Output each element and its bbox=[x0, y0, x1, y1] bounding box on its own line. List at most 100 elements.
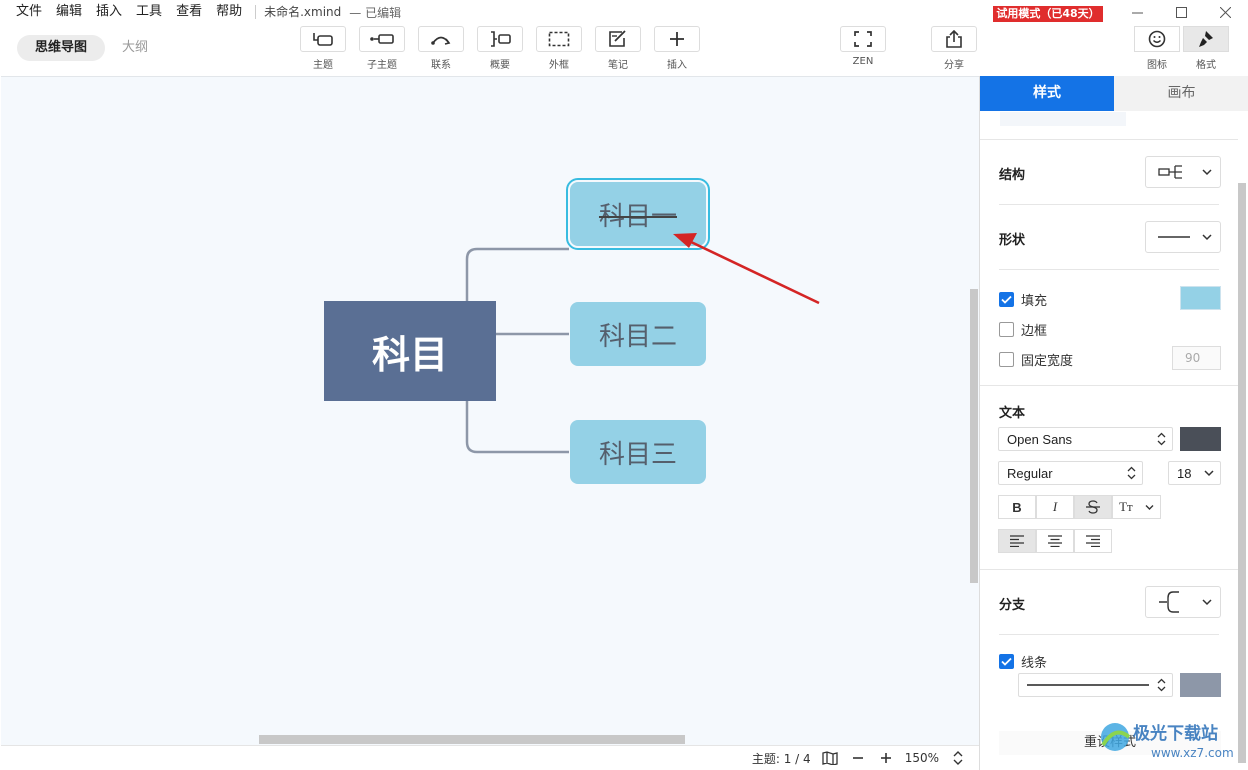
border-checkbox[interactable] bbox=[999, 322, 1014, 337]
align-left-icon bbox=[1010, 535, 1024, 547]
document-filename: 未命名.xmind bbox=[255, 5, 341, 19]
zoom-out-button[interactable] bbox=[849, 749, 867, 767]
trial-badge[interactable]: 试用模式（已48天） bbox=[993, 6, 1103, 22]
zen-button[interactable]: ZEN bbox=[839, 26, 887, 74]
tab-canvas[interactable]: 画布 bbox=[1114, 76, 1248, 111]
format-panel-button[interactable]: 格式 bbox=[1182, 26, 1230, 74]
border-option[interactable]: 边框 bbox=[999, 320, 1047, 339]
fill-option[interactable]: 填充 bbox=[999, 290, 1047, 309]
plus-icon bbox=[670, 32, 684, 46]
root-topic[interactable]: 科目 bbox=[324, 301, 496, 401]
strikethrough-button[interactable] bbox=[1074, 495, 1112, 519]
minimize-button[interactable] bbox=[1114, 0, 1160, 24]
branch-icon bbox=[1159, 591, 1179, 613]
map-overview-button[interactable] bbox=[821, 749, 839, 767]
panel-scrollbar[interactable] bbox=[1238, 183, 1246, 763]
fullscreen-icon bbox=[854, 31, 872, 47]
fixed-width-label: 固定宽度 bbox=[1021, 354, 1074, 369]
font-weight-value: Regular bbox=[1007, 465, 1053, 481]
note-label: 笔记 bbox=[608, 60, 628, 71]
maximize-button[interactable] bbox=[1158, 0, 1204, 24]
share-button[interactable]: 分享 bbox=[930, 26, 978, 74]
shape-dropdown[interactable] bbox=[1145, 221, 1221, 253]
summary-icon bbox=[491, 31, 511, 47]
icon-panel-button[interactable]: 图标 bbox=[1133, 26, 1181, 74]
subtopic-button[interactable]: 子主题 bbox=[358, 26, 406, 74]
menu-file[interactable]: 文件 bbox=[0, 0, 49, 24]
fill-checkbox[interactable] bbox=[999, 292, 1014, 307]
line-checkbox[interactable] bbox=[999, 654, 1014, 669]
tab-outline[interactable]: 大纲 bbox=[110, 35, 160, 61]
tab-mindmap[interactable]: 思维导图 bbox=[17, 35, 105, 61]
summary-button[interactable]: 概要 bbox=[476, 26, 524, 74]
chevron-down-icon bbox=[1202, 599, 1212, 606]
fixed-width-checkbox[interactable] bbox=[999, 352, 1014, 367]
maximize-icon bbox=[1175, 6, 1187, 18]
bold-button[interactable]: B bbox=[998, 495, 1036, 519]
align-center-button[interactable] bbox=[1036, 529, 1074, 553]
relationship-icon bbox=[431, 36, 451, 45]
border-label: 边框 bbox=[1021, 324, 1048, 339]
strikethrough-icon bbox=[1086, 500, 1100, 514]
align-right-button[interactable] bbox=[1074, 529, 1112, 553]
fill-color-swatch[interactable] bbox=[1180, 286, 1221, 310]
close-icon bbox=[1219, 6, 1231, 18]
check-icon bbox=[1001, 657, 1012, 666]
tab-style[interactable]: 样式 bbox=[980, 76, 1114, 111]
minimize-icon bbox=[1131, 12, 1143, 13]
topic-button[interactable]: 主题 bbox=[299, 26, 347, 74]
vertical-scroll-thumb[interactable] bbox=[970, 289, 978, 583]
topic-icon bbox=[313, 33, 333, 46]
line-option[interactable]: 线条 bbox=[999, 652, 1047, 671]
font-size-select[interactable]: 18 bbox=[1168, 461, 1221, 485]
map-icon bbox=[822, 751, 838, 765]
note-button[interactable]: 笔记 bbox=[594, 26, 642, 74]
align-right-icon bbox=[1086, 535, 1100, 547]
subtopic-icon bbox=[370, 34, 394, 44]
horizontal-scroll-thumb[interactable] bbox=[259, 735, 685, 744]
menu-edit[interactable]: 编辑 bbox=[49, 0, 89, 24]
italic-button[interactable]: I bbox=[1036, 495, 1074, 519]
site-watermark-logo: 极光下载站 www.xz7.com bbox=[1101, 723, 1234, 760]
zoom-stepper[interactable] bbox=[949, 749, 967, 767]
structure-dropdown[interactable] bbox=[1145, 156, 1221, 188]
menu-insert[interactable]: 插入 bbox=[89, 0, 129, 24]
font-family-value: Open Sans bbox=[1007, 431, 1073, 447]
font-family-select[interactable]: Open Sans bbox=[998, 427, 1173, 451]
close-button[interactable] bbox=[1202, 0, 1248, 24]
line-style-select[interactable] bbox=[1018, 673, 1173, 697]
shape-line-icon bbox=[1158, 236, 1190, 238]
line-color-swatch[interactable] bbox=[1180, 673, 1221, 697]
status-bar: 主题: 1 / 4 150% bbox=[1, 745, 979, 770]
branch-dropdown[interactable] bbox=[1145, 586, 1221, 618]
structure-title: 结构 bbox=[999, 168, 1026, 183]
check-icon bbox=[1001, 295, 1012, 304]
mindmap-canvas[interactable]: 科目 科目一 科目二 科目三 bbox=[1, 76, 979, 745]
minus-icon bbox=[852, 757, 863, 759]
font-weight-select[interactable]: Regular bbox=[998, 461, 1143, 485]
align-left-button[interactable] bbox=[998, 529, 1036, 553]
text-case-dropdown[interactable]: Tт bbox=[1112, 495, 1161, 519]
child-topic-1[interactable]: 科目一 bbox=[566, 178, 710, 250]
chevron-down-icon bbox=[1202, 169, 1212, 176]
menu-view[interactable]: 查看 bbox=[169, 0, 209, 24]
align-center-icon bbox=[1048, 535, 1062, 547]
connector-lines bbox=[465, 247, 569, 454]
boundary-button[interactable]: 外框 bbox=[535, 26, 583, 74]
zoom-in-button[interactable] bbox=[877, 749, 895, 767]
insert-button[interactable]: 插入 bbox=[653, 26, 701, 74]
line-style-icon bbox=[1027, 684, 1149, 686]
vertical-scrollbar[interactable] bbox=[968, 77, 978, 745]
text-color-swatch[interactable] bbox=[1180, 427, 1221, 451]
format-brush-icon bbox=[1199, 31, 1213, 47]
menu-tools[interactable]: 工具 bbox=[129, 0, 169, 24]
bold-icon: B bbox=[1012, 499, 1022, 515]
menu-help[interactable]: 帮助 bbox=[209, 0, 249, 24]
child-topic-3[interactable]: 科目三 bbox=[570, 420, 706, 484]
style-preview[interactable] bbox=[1000, 112, 1126, 126]
fixed-width-option[interactable]: 固定宽度 bbox=[999, 350, 1073, 369]
fixed-width-input[interactable]: 90 bbox=[1172, 346, 1221, 370]
relationship-button[interactable]: 联系 bbox=[417, 26, 465, 74]
child-topic-2[interactable]: 科目二 bbox=[570, 302, 706, 366]
share-label: 分享 bbox=[944, 60, 964, 71]
